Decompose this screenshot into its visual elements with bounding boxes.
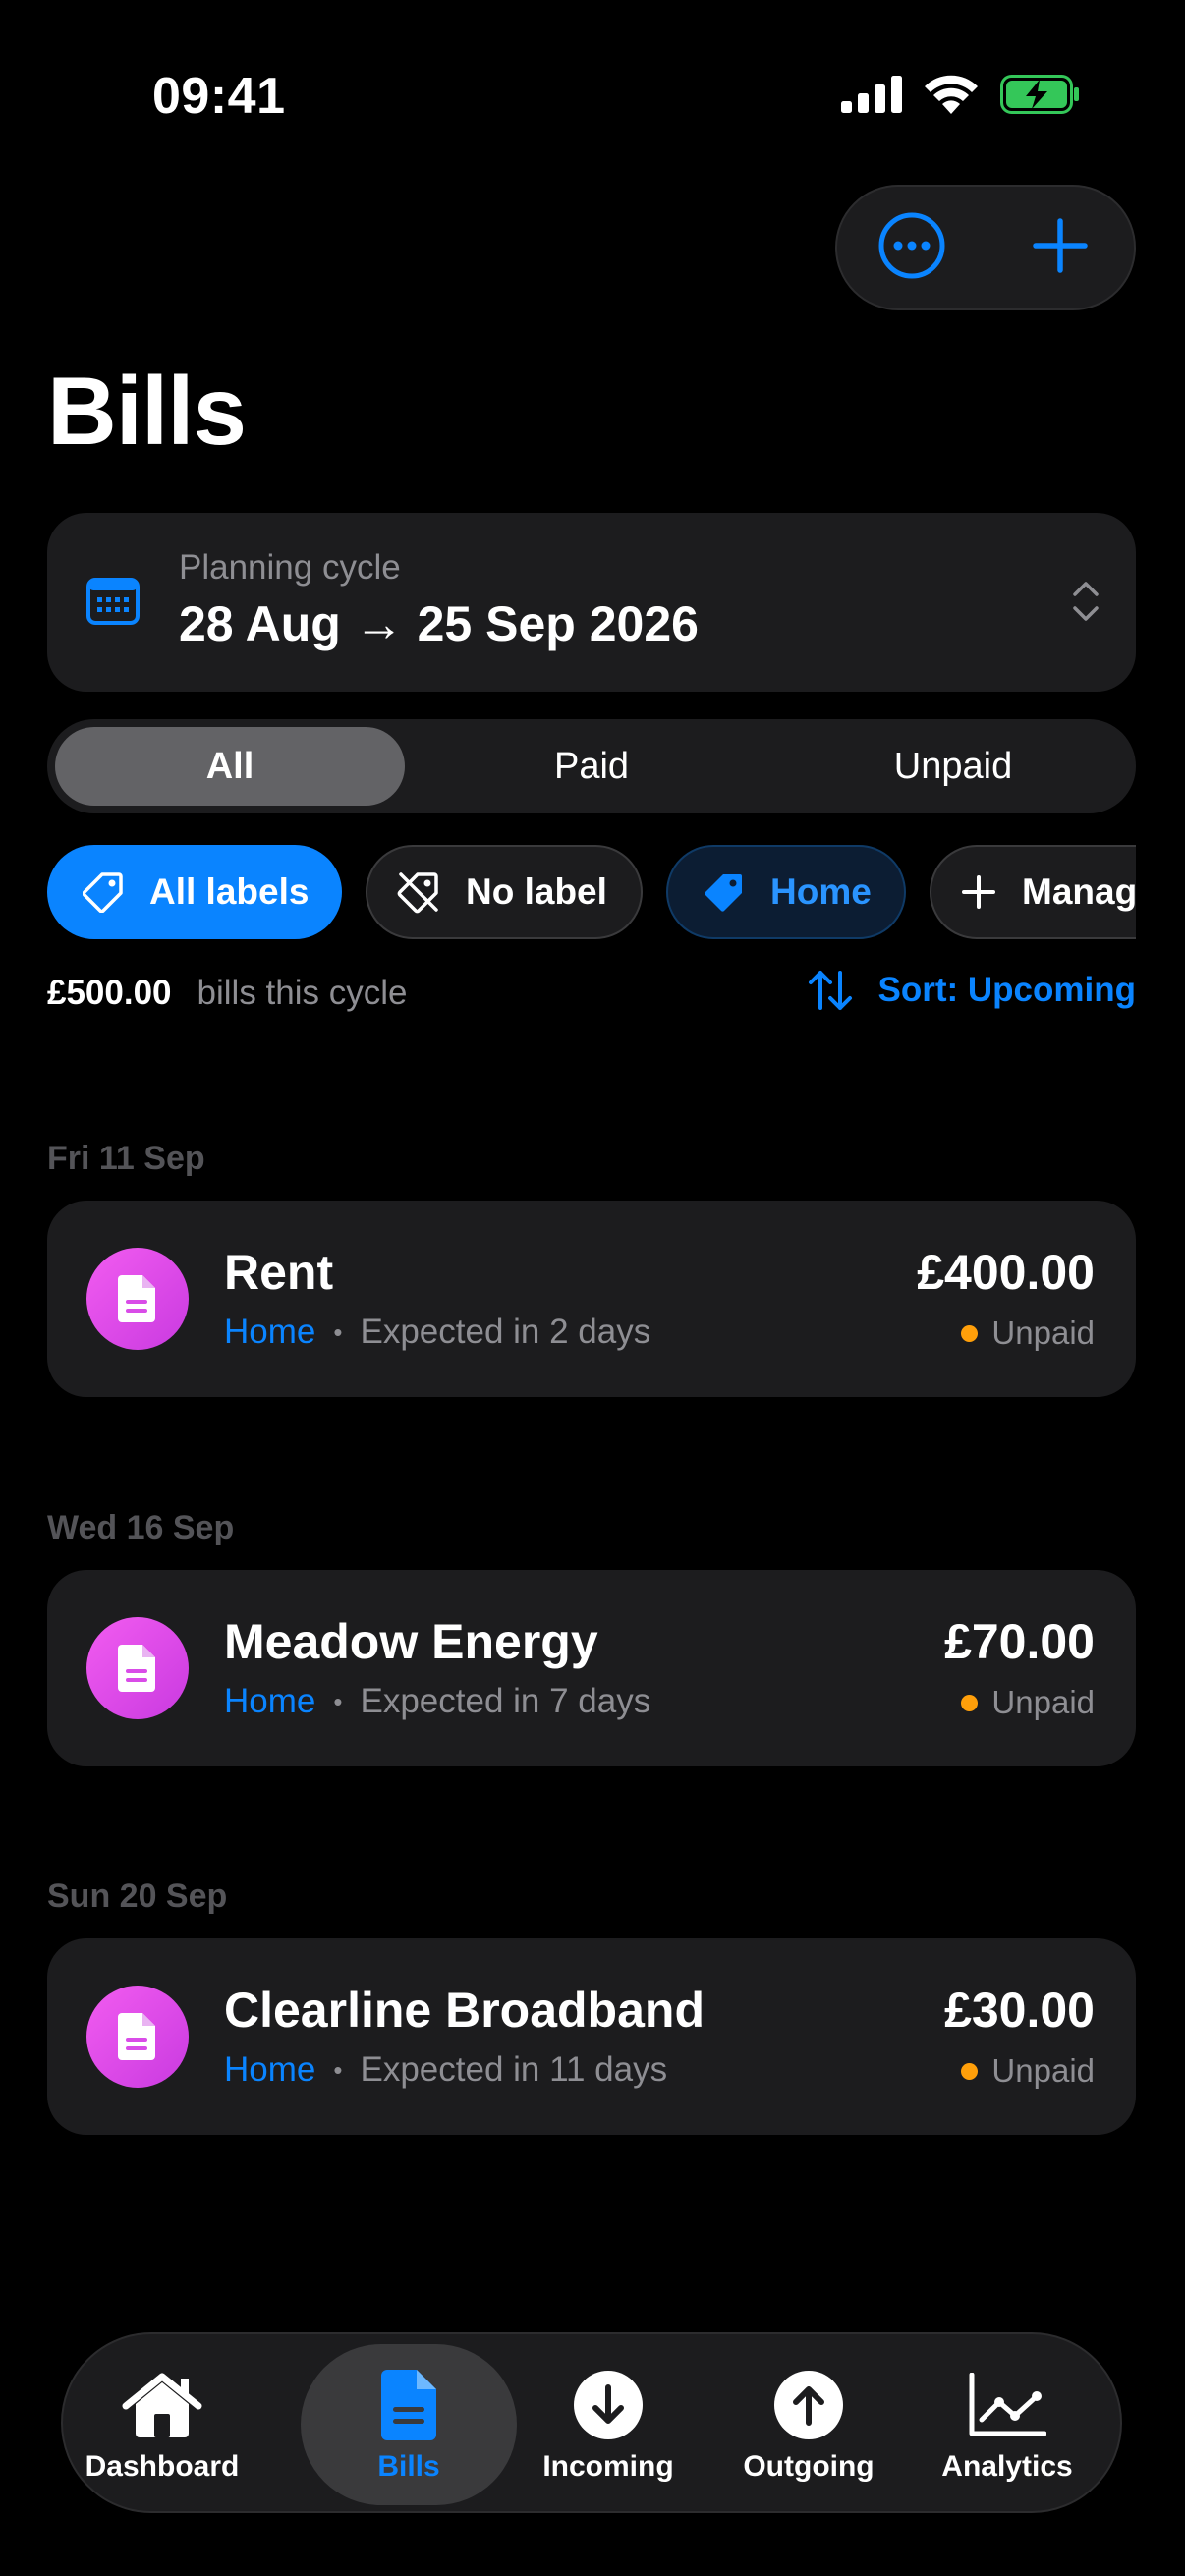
bill-label: Home bbox=[224, 1313, 316, 1351]
bill-status-text: Unpaid bbox=[991, 2052, 1095, 2089]
bill-name: Meadow Energy bbox=[224, 1614, 598, 1669]
segment-unpaid[interactable]: Unpaid bbox=[778, 727, 1128, 806]
bill-card-meadow-energy[interactable]: Meadow Energy Home • Expected in 7 days … bbox=[47, 1570, 1136, 1766]
bill-meta: Home • Expected in 11 days bbox=[224, 2050, 667, 2090]
bill-expected: Expected in 11 days bbox=[360, 2050, 668, 2089]
separator-dot: • bbox=[333, 2054, 343, 2085]
bill-label: Home bbox=[224, 1682, 316, 1720]
arrow-up-circle-icon bbox=[773, 2366, 844, 2444]
unpaid-dot-icon bbox=[961, 1324, 979, 1342]
sort-arrows-icon bbox=[808, 969, 853, 1012]
wifi-icon bbox=[924, 75, 979, 119]
status-icons bbox=[841, 75, 1081, 119]
tag-slash-icon bbox=[397, 870, 440, 914]
add-bill-button[interactable] bbox=[1016, 203, 1104, 292]
arrow-down-circle-icon bbox=[573, 2366, 644, 2444]
tag-filled-icon bbox=[704, 871, 745, 913]
tab-bar: Dashboard Bills Incoming Outgoing Analyt… bbox=[61, 2332, 1122, 2513]
cycle-total-amount: £500.00 bbox=[47, 974, 172, 1012]
tab-dashboard[interactable]: Dashboard bbox=[83, 2344, 242, 2505]
tab-bills[interactable]: Bills bbox=[301, 2344, 517, 2505]
unpaid-dot-icon bbox=[961, 1694, 979, 1711]
tab-incoming[interactable]: Incoming bbox=[521, 2344, 696, 2505]
bill-amount: £70.00 bbox=[944, 1614, 1095, 1669]
plus-icon bbox=[961, 874, 996, 910]
ellipsis-circle-icon bbox=[877, 211, 946, 285]
cycle-range: 28 Aug → 25 Sep 2026 bbox=[179, 596, 699, 651]
date-header: Fri 11 Sep bbox=[47, 1140, 205, 1177]
tab-analytics[interactable]: Analytics bbox=[920, 2344, 1095, 2505]
separator-dot: • bbox=[333, 1316, 343, 1347]
label-filter-chips: All labels No label Home Manage bbox=[47, 845, 1136, 941]
sort-button[interactable]: Sort: Upcoming bbox=[808, 969, 1136, 1012]
bill-status-text: Unpaid bbox=[991, 1684, 1095, 1720]
tab-outgoing-label: Outgoing bbox=[743, 2450, 875, 2483]
bill-label: Home bbox=[224, 2050, 316, 2089]
sort-label: Sort: Upcoming bbox=[877, 971, 1136, 1009]
chip-no-label[interactable]: No label bbox=[366, 845, 643, 939]
status-bar: 09:41 bbox=[0, 0, 1185, 187]
tab-incoming-label: Incoming bbox=[542, 2450, 674, 2483]
bill-meta: Home • Expected in 7 days bbox=[224, 1682, 650, 1721]
segment-all[interactable]: All bbox=[55, 727, 405, 806]
page-title: Bills bbox=[47, 357, 247, 465]
cycle-summary: £500.00 bills this cycle Sort: Upcoming bbox=[47, 969, 1136, 1018]
chip-manage[interactable]: Manage bbox=[930, 845, 1136, 939]
date-header: Wed 16 Sep bbox=[47, 1509, 235, 1546]
bill-card-clearline-broadband[interactable]: Clearline Broadband Home • Expected in 1… bbox=[47, 1938, 1136, 2135]
bill-status: Unpaid bbox=[961, 1684, 1095, 1721]
chip-all-labels[interactable]: All labels bbox=[47, 845, 342, 939]
battery-charging-icon bbox=[1000, 75, 1081, 119]
bill-name: Clearline Broadband bbox=[224, 1983, 705, 2038]
house-icon bbox=[120, 2366, 204, 2444]
bill-status-text: Unpaid bbox=[991, 1315, 1095, 1351]
tab-dashboard-label: Dashboard bbox=[85, 2450, 240, 2483]
top-actions bbox=[835, 185, 1136, 310]
cycle-total-text: bills this cycle bbox=[197, 974, 408, 1012]
bill-document-icon bbox=[86, 1248, 189, 1350]
bill-document-icon bbox=[86, 1986, 189, 2088]
bill-meta: Home • Expected in 2 days bbox=[224, 1313, 650, 1352]
more-options-button[interactable] bbox=[868, 203, 956, 292]
calendar-icon bbox=[86, 576, 140, 630]
tab-bills-label: Bills bbox=[377, 2450, 440, 2483]
unpaid-dot-icon bbox=[961, 2062, 979, 2080]
status-time: 09:41 bbox=[152, 68, 286, 125]
cycle-label: Planning cycle bbox=[179, 548, 401, 587]
bill-expected: Expected in 2 days bbox=[360, 1313, 651, 1351]
tag-icon bbox=[83, 871, 124, 913]
tab-analytics-label: Analytics bbox=[941, 2450, 1073, 2483]
date-header: Sun 20 Sep bbox=[47, 1877, 228, 1915]
bill-status: Unpaid bbox=[961, 1315, 1095, 1352]
chip-no-label-text: No label bbox=[466, 871, 607, 912]
status-filter-segmented-control: All Paid Unpaid bbox=[47, 719, 1136, 813]
planning-cycle-selector[interactable]: Planning cycle 28 Aug → 25 Sep 2026 bbox=[47, 513, 1136, 692]
document-icon bbox=[379, 2366, 438, 2444]
bill-document-icon bbox=[86, 1617, 189, 1719]
bill-card-rent[interactable]: Rent Home • Expected in 2 days £400.00 U… bbox=[47, 1201, 1136, 1397]
bill-amount: £30.00 bbox=[944, 1983, 1095, 2038]
chip-manage-text: Manage bbox=[1022, 871, 1136, 912]
plus-icon bbox=[1031, 216, 1090, 280]
chevron-up-down-icon bbox=[1071, 580, 1100, 628]
tab-outgoing[interactable]: Outgoing bbox=[721, 2344, 896, 2505]
segment-paid[interactable]: Paid bbox=[417, 727, 766, 806]
separator-dot: • bbox=[333, 1686, 343, 1716]
bill-name: Rent bbox=[224, 1245, 334, 1300]
bill-expected: Expected in 7 days bbox=[360, 1682, 651, 1720]
bill-amount: £400.00 bbox=[917, 1245, 1095, 1300]
chip-home-text: Home bbox=[770, 871, 872, 912]
chip-home[interactable]: Home bbox=[666, 845, 906, 939]
bill-status: Unpaid bbox=[961, 2052, 1095, 2090]
cellular-signal-icon bbox=[841, 76, 902, 118]
chip-all-labels-text: All labels bbox=[149, 871, 310, 912]
chart-line-icon bbox=[968, 2366, 1046, 2444]
